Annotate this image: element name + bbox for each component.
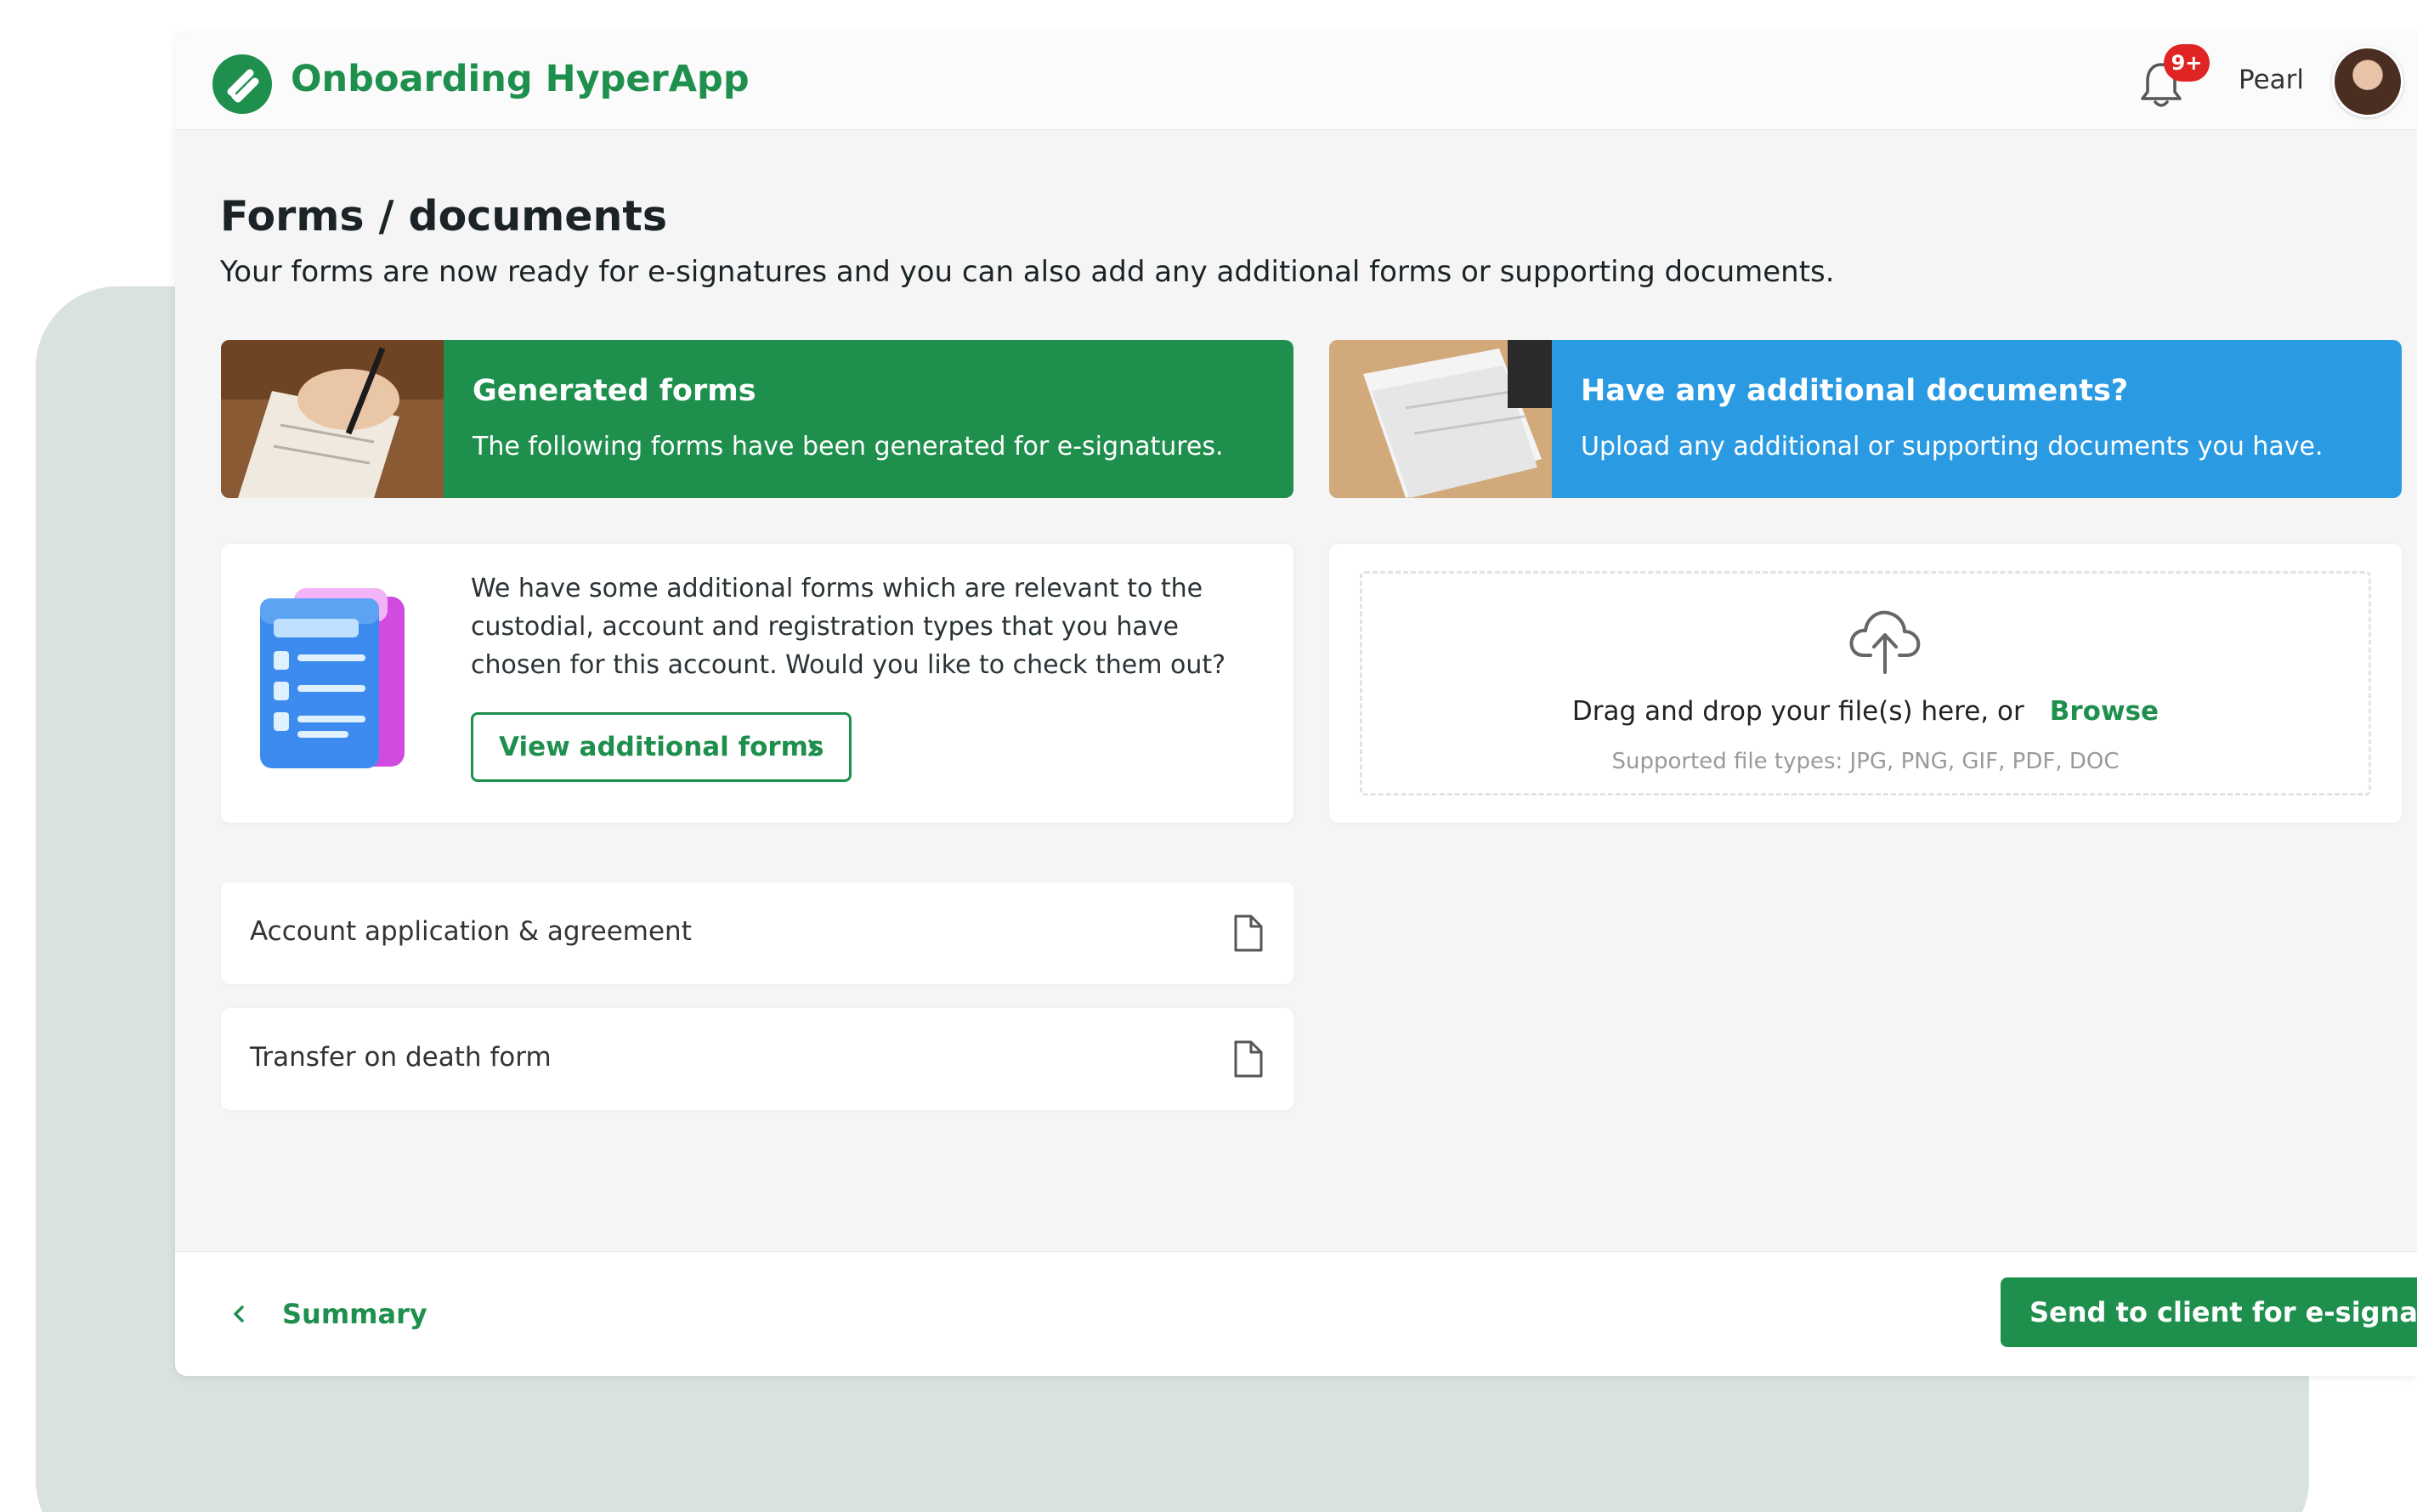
document-label: Transfer on death form — [250, 1042, 552, 1073]
top-bar: Onboarding HyperApp 9+ Pearl — [175, 32, 2417, 130]
additional-documents-banner: Have any additional documents? Upload an… — [1329, 340, 2402, 498]
file-dropzone[interactable]: Drag and drop your file(s) here, or Brows… — [1360, 571, 2371, 796]
generated-forms-banner: Generated forms The following forms have… — [221, 340, 1293, 498]
summary-back-link[interactable]: Summary — [228, 1298, 427, 1330]
additional-documents-description: Upload any additional or supporting docu… — [1581, 432, 2324, 462]
additional-forms-text: We have some additional forms which are … — [471, 574, 1226, 680]
notification-badge: 9+ — [2164, 44, 2210, 82]
avatar[interactable] — [2332, 46, 2403, 117]
document-icon[interactable] — [1231, 913, 1265, 954]
upload-card: Drag and drop your file(s) here, or Brows… — [1329, 544, 2402, 823]
document-illustration-icon — [260, 588, 405, 768]
app-logo-icon[interactable] — [212, 54, 272, 114]
paper-stack-photo — [1329, 340, 1552, 498]
page-title: Forms / documents — [220, 192, 667, 241]
document-icon[interactable] — [1231, 1039, 1265, 1079]
summary-label: Summary — [282, 1298, 427, 1330]
supported-file-types: Supported file types: JPG, PNG, GIF, PDF… — [1611, 749, 2120, 774]
app-window: Onboarding HyperApp 9+ Pearl Forms / doc… — [175, 32, 2417, 1376]
app-title: Onboarding HyperApp — [291, 58, 750, 100]
document-label: Account application & agreement — [250, 916, 692, 947]
cloud-upload-icon — [1849, 610, 1921, 674]
drop-prompt-text: Drag and drop your file(s) here, or — [1571, 696, 2024, 727]
document-row[interactable]: Transfer on death form — [221, 1008, 1293, 1110]
generated-forms-title: Generated forms — [473, 374, 756, 408]
view-additional-forms-button[interactable]: View additional forms — [471, 712, 852, 782]
additional-forms-card: We have some additional forms which are … — [221, 544, 1293, 823]
browse-link[interactable]: Browse — [2050, 696, 2159, 727]
generated-forms-description: The following forms have been generated … — [473, 432, 1224, 462]
user-name[interactable]: Pearl — [2239, 65, 2304, 95]
additional-documents-title: Have any additional documents? — [1581, 374, 2129, 408]
document-row[interactable]: Account application & agreement — [221, 882, 1293, 984]
page-subtitle: Your forms are now ready for e-signature… — [220, 255, 1835, 289]
chevron-left-icon — [234, 1305, 244, 1322]
view-additional-forms-label: View additional forms — [499, 732, 824, 762]
signing-photo — [221, 340, 444, 498]
drop-prompt: Drag and drop your file(s) here, or Brows… — [1362, 696, 2369, 727]
chevron-right-icon — [808, 739, 818, 756]
send-for-esignature-button[interactable]: Send to client for e-signature — [2001, 1277, 2417, 1347]
footer-bar: Summary Send to client for e-signature — [175, 1251, 2417, 1376]
